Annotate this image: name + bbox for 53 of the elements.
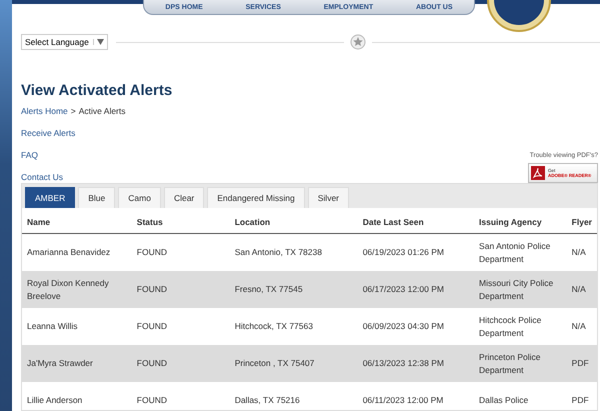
alert-type-tab[interactable]: Endangered Missing [207,187,305,208]
table-cell: 06/19/2023 01:26 PM [358,234,474,271]
breadcrumb-separator: > [70,106,76,116]
column-header: Date Last Seen [358,212,474,234]
table-cell: Dallas Police [474,382,567,411]
table-cell: 06/17/2023 12:00 PM [358,271,474,308]
alert-type-tab[interactable]: Blue [78,187,116,208]
alert-type-tab[interactable]: AMBER [25,187,76,208]
table-cell: Leanna Willis [22,308,132,345]
table-cell: San Antonio, TX 78238 [230,234,358,271]
table-cell: 06/11/2023 12:00 PM [358,382,474,411]
side-link[interactable]: FAQ [21,150,76,160]
table-cell: Missouri City Police Department [474,271,567,308]
table-cell: N/A [566,271,597,308]
table-cell: PDF [566,345,597,382]
table-cell: N/A [566,308,597,345]
table-cell: 06/09/2023 04:30 PM [358,308,474,345]
table-cell: Dallas, TX 75216 [230,382,358,411]
column-header: Location [230,212,358,234]
caret-icon [96,39,104,45]
table-cell: 06/13/2023 12:38 PM [358,345,474,382]
alert-type-tab[interactable]: Camo [118,187,161,208]
table-cell: Ja'Myra Strawder [22,345,132,382]
page-title: View Activated Alerts [21,82,174,99]
table-cell: Hitchcock Police Department [474,308,567,345]
table-cell: Royal Dixon Kennedy Breelove [22,271,132,308]
table-cell: PDF [566,382,597,411]
table-cell: Lillie Anderson [22,382,132,411]
table-cell: FOUND [132,234,230,271]
pdf-icon [531,166,545,180]
table-cell: FOUND [132,271,230,308]
language-select[interactable]: Select Language [21,34,108,50]
alert-type-tab[interactable]: Clear [164,187,204,208]
table-cell: Princeton , TX 75407 [230,345,358,382]
alert-type-tab[interactable]: Silver [308,187,350,208]
table-cell: N/A [566,234,597,271]
table-cell: Princeton Police Department [474,345,567,382]
table-cell: Hitchcock, TX 77563 [230,308,358,345]
column-header: Issuing Agency [474,212,567,234]
side-link[interactable]: Contact Us [21,172,76,182]
breadcrumb-link[interactable]: Alerts Home [21,106,68,116]
column-header: Status [132,212,230,234]
table-cell: FOUND [132,382,230,411]
breadcrumb-current: Active Alerts [78,106,126,116]
table-cell: FOUND [132,308,230,345]
side-link[interactable]: Receive Alerts [21,128,76,138]
table-cell: San Antonio Police Department [474,234,567,271]
table-cell: Amarianna Benavidez [22,234,132,271]
table-cell: FOUND [132,345,230,382]
column-header: Name [22,212,132,234]
table-cell: Fresno, TX 77545 [230,271,358,308]
star-seal-icon [350,34,366,50]
column-header: Flyer [566,212,597,234]
